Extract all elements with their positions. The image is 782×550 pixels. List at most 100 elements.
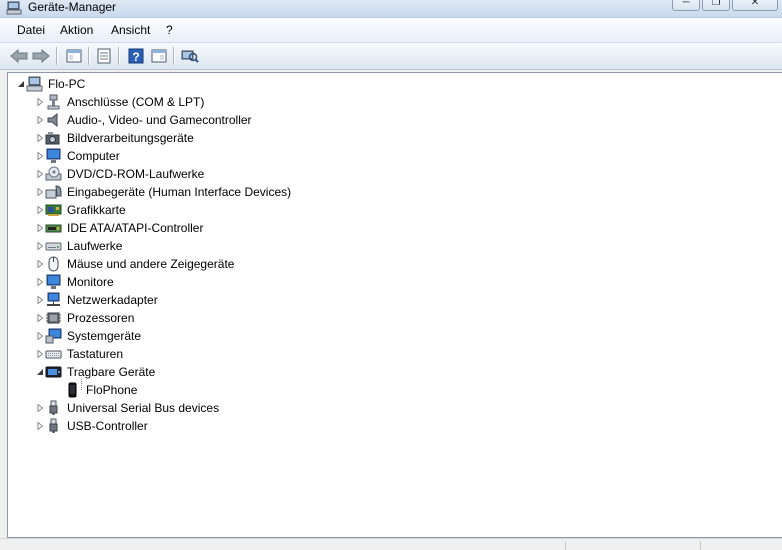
tree-category-item[interactable]: Laufwerke xyxy=(35,237,122,255)
collapsed-arrow-icon[interactable] xyxy=(35,129,45,147)
speaker-icon xyxy=(45,112,62,128)
tree-category-item[interactable]: Bildverarbeitungsgeräte xyxy=(35,129,194,147)
tree-item-label: DVD/CD-ROM-Laufwerke xyxy=(67,167,205,181)
scan-hardware-button[interactable] xyxy=(180,46,200,66)
tree-category-item[interactable]: Mäuse und andere Zeigegeräte xyxy=(35,255,234,273)
tree-item-label: Bildverarbeitungsgeräte xyxy=(67,131,194,145)
tree-device-item[interactable]: FloPhone xyxy=(54,381,137,399)
expanded-arrow-icon[interactable] xyxy=(16,75,26,93)
restore-icon: ❐ xyxy=(711,0,721,8)
collapsed-arrow-icon[interactable] xyxy=(35,345,45,363)
collapsed-arrow-icon[interactable] xyxy=(35,183,45,201)
tree-item-label: Universal Serial Bus devices xyxy=(67,401,220,415)
expanded-arrow-icon[interactable] xyxy=(35,363,45,381)
tree-item-label: Anschlüsse (COM & LPT) xyxy=(67,95,205,109)
tree-category-item[interactable]: Audio-, Video- und Gamecontroller xyxy=(35,111,252,129)
tree-item-label: Flo-PC xyxy=(48,77,86,91)
camera-icon xyxy=(45,130,62,146)
tree-item-label: Prozessoren xyxy=(67,311,135,325)
tree-item-label: Laufwerke xyxy=(67,239,123,253)
system-devices-icon xyxy=(45,328,62,344)
menu-datei[interactable]: Datei xyxy=(17,23,45,37)
tree-category-item[interactable]: Tragbare Geräte xyxy=(35,363,155,381)
forward-arrow-icon xyxy=(32,49,50,63)
properties-button[interactable] xyxy=(94,46,114,66)
toolbar: ? xyxy=(0,43,782,70)
collapsed-arrow-icon[interactable] xyxy=(35,291,45,309)
taskbar-ghost xyxy=(90,3,680,15)
title-bar[interactable]: Geräte-Manager ─ ❐ ✕ xyxy=(0,0,782,18)
tree-category-item[interactable]: Anschlüsse (COM & LPT) xyxy=(35,93,204,111)
tree-category-item[interactable]: IDE ATA/ATAPI-Controller xyxy=(35,219,203,237)
tree-category-item[interactable]: Prozessoren xyxy=(35,309,134,327)
tree-item-label: Computer xyxy=(67,149,120,163)
menu-help[interactable]: ? xyxy=(166,23,173,37)
hid-icon xyxy=(45,184,62,200)
action-pane-button[interactable] xyxy=(149,46,169,66)
minimize-icon: ─ xyxy=(682,0,690,8)
tree-category-item[interactable]: Computer xyxy=(35,147,120,165)
port-icon xyxy=(45,94,62,110)
tree-item-label: Audio-, Video- und Gamecontroller xyxy=(67,113,252,127)
collapsed-arrow-icon[interactable] xyxy=(35,273,45,291)
device-manager-icon xyxy=(6,1,22,15)
collapsed-arrow-icon[interactable] xyxy=(35,111,45,129)
collapsed-arrow-icon[interactable] xyxy=(35,237,45,255)
tree-item-label: Mäuse und andere Zeigegeräte xyxy=(67,257,235,271)
svg-text:?: ? xyxy=(132,50,139,64)
tree-item-label: Monitore xyxy=(67,275,114,289)
tree-item-label: IDE ATA/ATAPI-Controller xyxy=(67,221,204,235)
collapsed-arrow-icon[interactable] xyxy=(35,255,45,273)
tree-connector xyxy=(81,379,83,390)
forward-button[interactable] xyxy=(31,46,51,66)
portable-device-icon xyxy=(45,364,62,380)
tree-item-label: Netzwerkadapter xyxy=(67,293,158,307)
tree-root-computer[interactable]: Flo-PC xyxy=(16,75,85,93)
collapsed-arrow-icon[interactable] xyxy=(35,165,45,183)
tree-category-item[interactable]: Systemgeräte xyxy=(35,327,141,345)
properties-icon xyxy=(97,48,111,64)
collapsed-arrow-icon[interactable] xyxy=(35,93,45,111)
network-adapter-icon xyxy=(45,292,62,308)
back-button[interactable] xyxy=(9,46,29,66)
tree-category-item[interactable]: Eingabegeräte (Human Interface Devices) xyxy=(35,183,291,201)
tree-item-label: Tragbare Geräte xyxy=(67,365,156,379)
keyboard-icon xyxy=(45,346,62,362)
monitor-icon xyxy=(45,148,62,164)
collapsed-arrow-icon[interactable] xyxy=(35,327,45,345)
tree-category-item[interactable]: Grafikkarte xyxy=(35,201,126,219)
collapsed-arrow-icon[interactable] xyxy=(35,399,45,417)
tree-category-item[interactable]: Monitore xyxy=(35,273,114,291)
menu-aktion[interactable]: Aktion xyxy=(60,23,93,37)
tree-item-label: USB-Controller xyxy=(67,419,148,433)
tree-category-item[interactable]: Netzwerkadapter xyxy=(35,291,158,309)
collapsed-arrow-icon[interactable] xyxy=(35,201,45,219)
tree-category-item[interactable]: DVD/CD-ROM-Laufwerke xyxy=(35,165,204,183)
back-arrow-icon xyxy=(10,49,28,63)
tree-item-label: Systemgeräte xyxy=(67,329,142,343)
device-tree[interactable]: Flo-PC Anschlüsse (COM & LPT) Audio-, Vide… xyxy=(7,72,782,538)
close-icon: ✕ xyxy=(750,0,760,8)
tree-category-item[interactable]: USB-Controller xyxy=(35,417,148,435)
console-tree-button[interactable] xyxy=(64,46,84,66)
menu-ansicht[interactable]: Ansicht xyxy=(111,23,150,37)
collapsed-arrow-icon[interactable] xyxy=(35,147,45,165)
usb-plug-icon xyxy=(45,400,62,416)
console-tree-icon xyxy=(66,49,82,63)
tree-item-label: Eingabegeräte (Human Interface Devices) xyxy=(67,185,292,199)
collapsed-arrow-icon[interactable] xyxy=(35,309,45,327)
maximize-button[interactable]: ❐ xyxy=(702,0,730,11)
menu-bar: Datei Aktion Ansicht ? xyxy=(0,18,782,43)
tree-item-label: Tastaturen xyxy=(67,347,124,361)
tree-category-item[interactable]: Universal Serial Bus devices xyxy=(35,399,219,417)
disk-drive-icon xyxy=(45,238,62,254)
collapsed-arrow-icon[interactable] xyxy=(35,417,45,435)
collapsed-arrow-icon[interactable] xyxy=(35,219,45,237)
mouse-icon xyxy=(45,256,62,272)
tree-item-label: Grafikkarte xyxy=(67,203,126,217)
minimize-button[interactable]: ─ xyxy=(672,0,700,11)
close-button[interactable]: ✕ xyxy=(732,0,778,11)
help-button[interactable]: ? xyxy=(126,46,146,66)
tree-category-item[interactable]: Tastaturen xyxy=(35,345,123,363)
